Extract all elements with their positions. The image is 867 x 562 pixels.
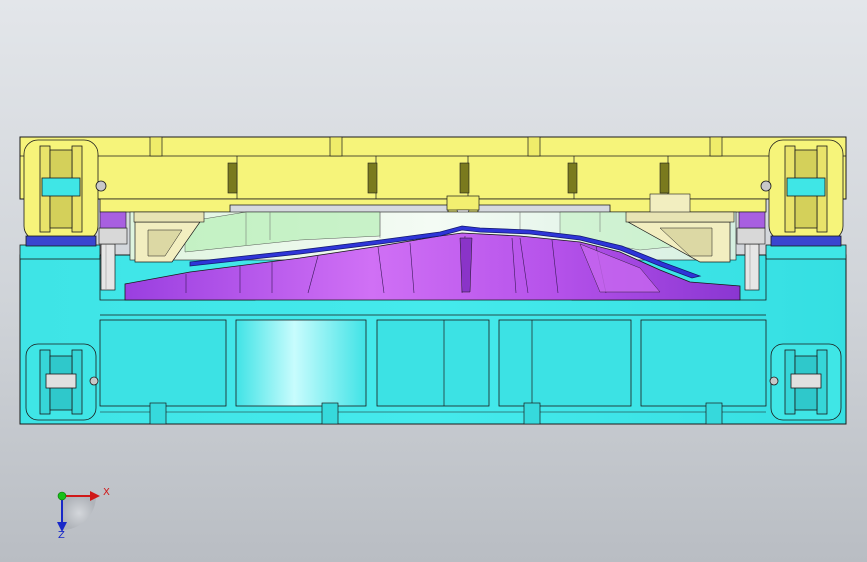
reference-triad[interactable] <box>57 491 100 532</box>
graphics-viewport[interactable]: X Y Z <box>0 0 867 562</box>
lifting-lug-top-left[interactable] <box>23 139 107 247</box>
lifting-lug-bottom-left[interactable] <box>25 343 99 421</box>
y-axis-dot <box>57 491 67 501</box>
lifting-lug-top-right[interactable] <box>760 139 844 247</box>
x-axis-label: X <box>103 487 110 498</box>
die-assembly-model[interactable] <box>0 0 867 562</box>
z-axis-label: Z <box>58 530 65 541</box>
lifting-lug-bottom-right[interactable] <box>769 343 842 421</box>
